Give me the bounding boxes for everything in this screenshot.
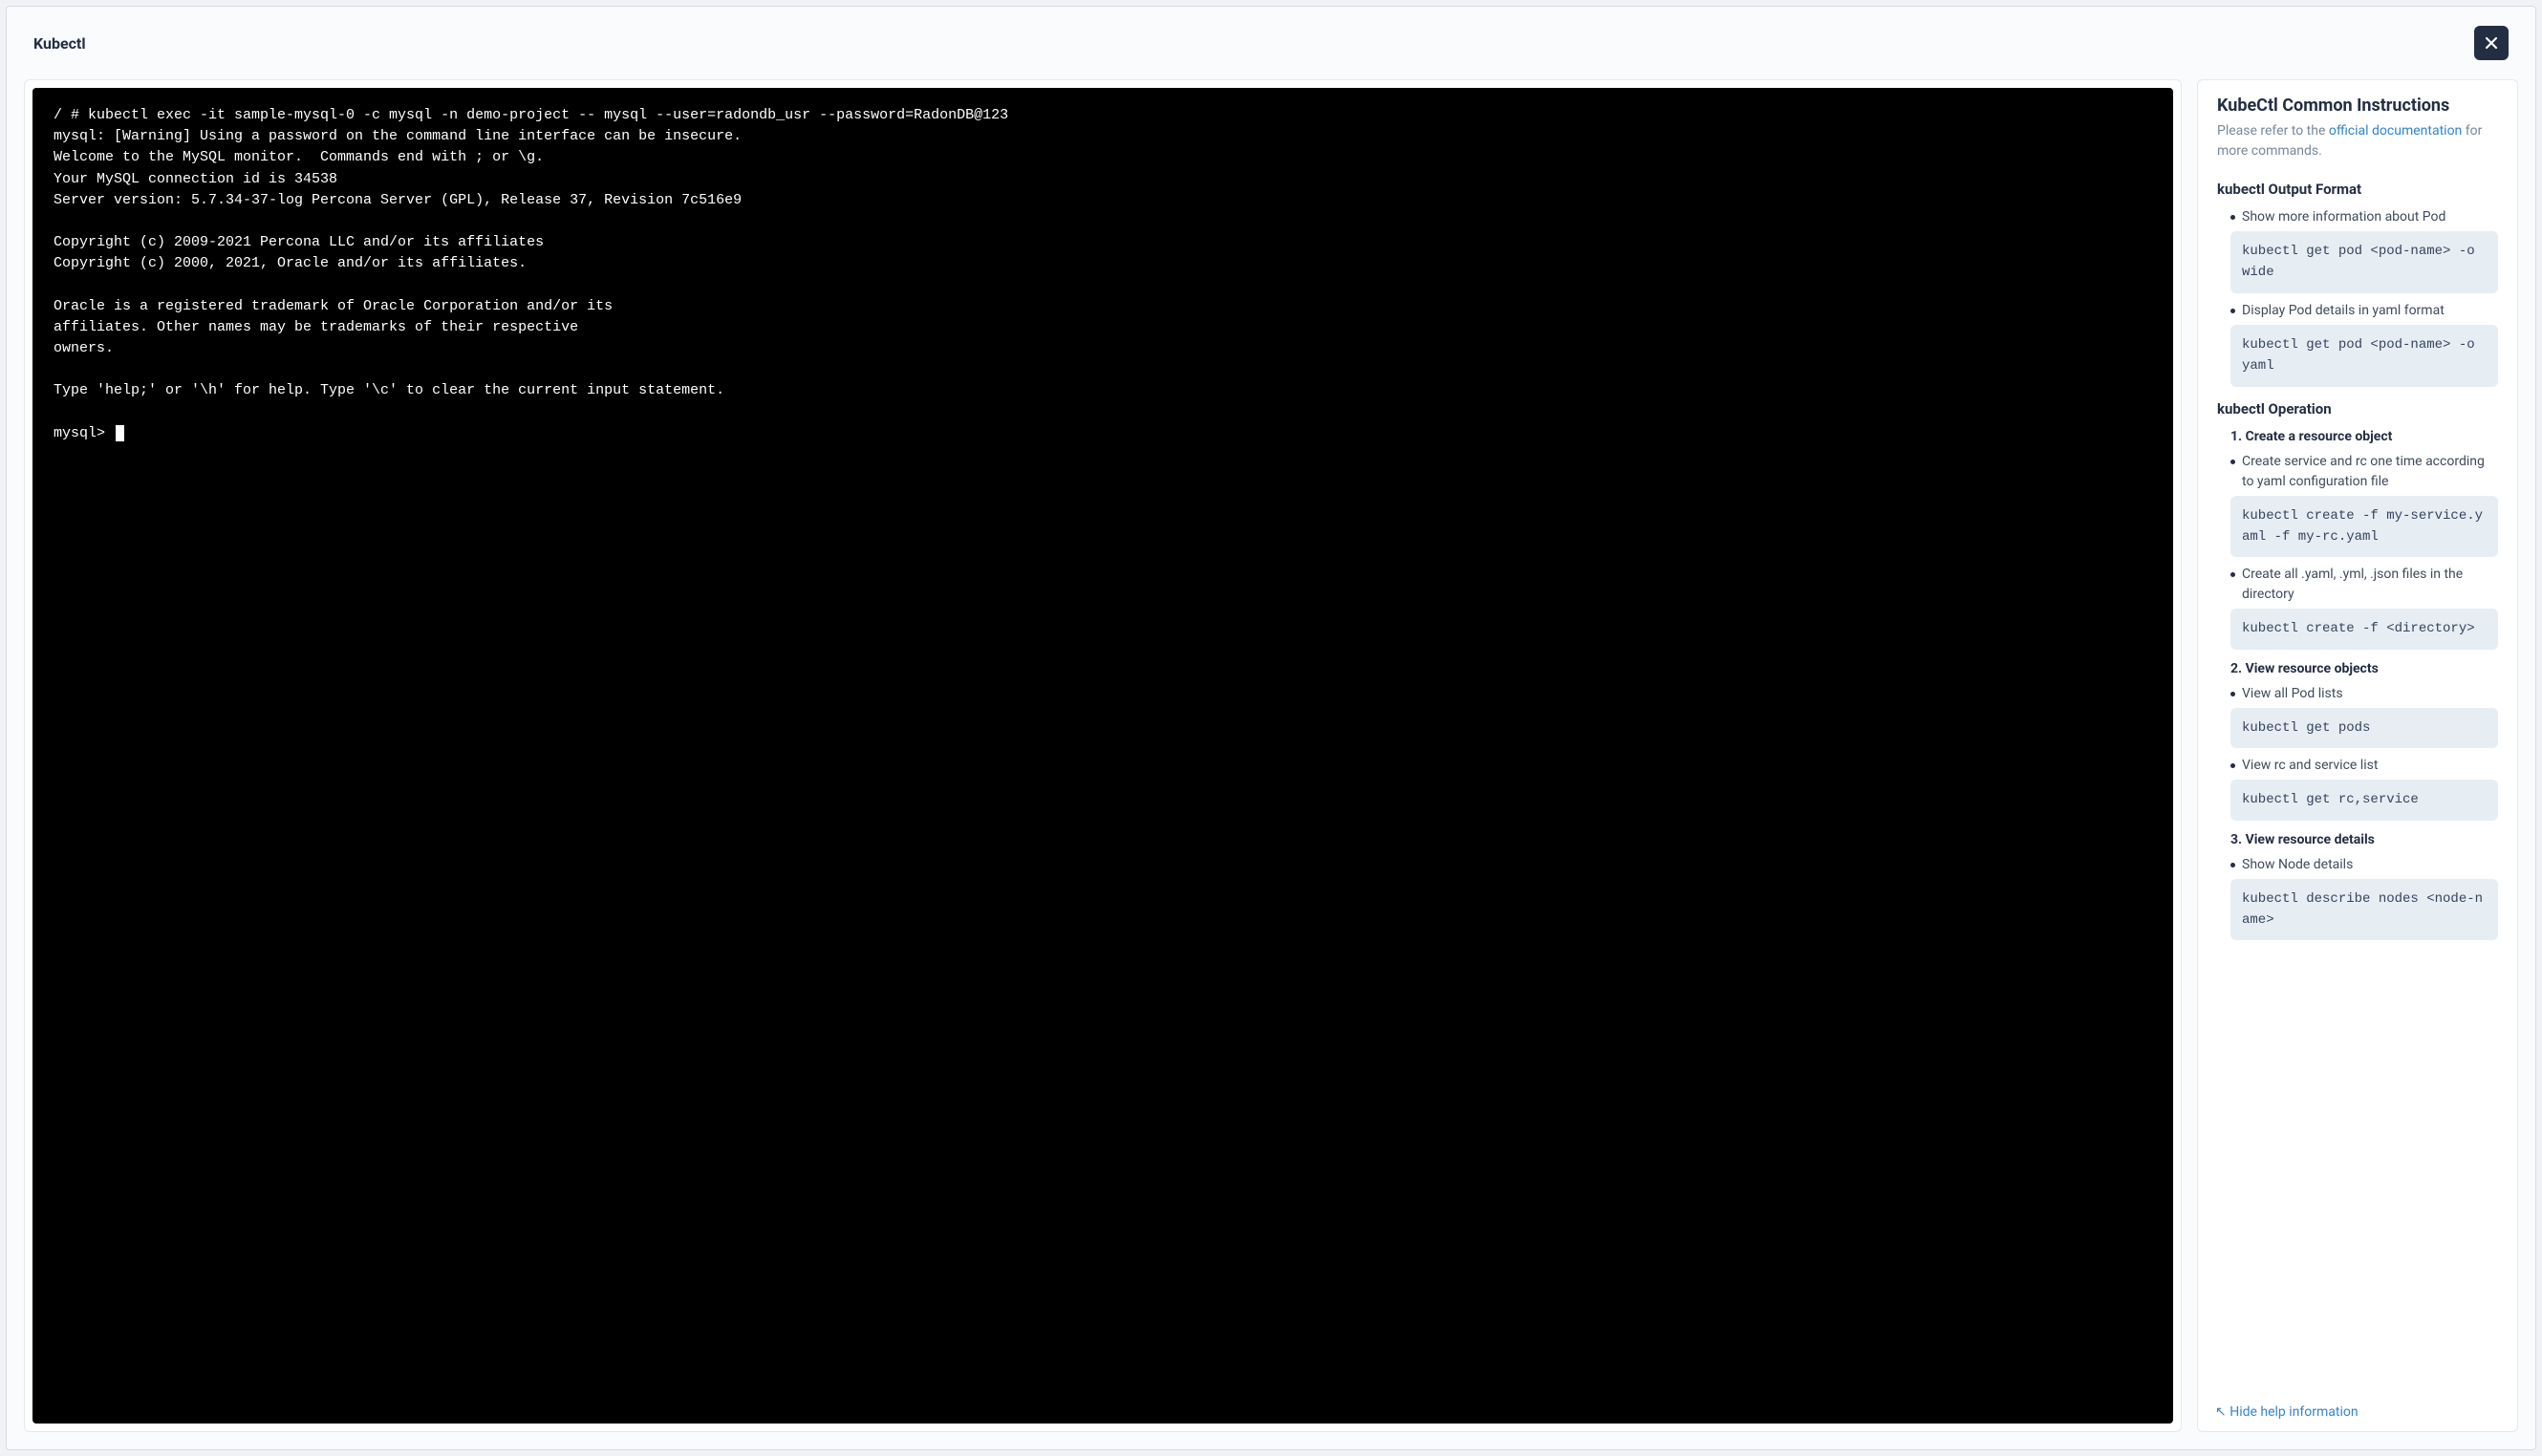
- help-item: View all Pod lists kubectl get pods: [2230, 684, 2498, 748]
- help-scroll[interactable]: KubeCtl Common Instructions Please refer…: [2198, 80, 2517, 1431]
- terminal-panel: / # kubectl exec -it sample-mysql-0 -c m…: [24, 79, 2182, 1432]
- subsection-heading-view-details: 3. View resource details: [2230, 832, 2498, 847]
- help-item: Create service and rc one time according…: [2230, 452, 2498, 558]
- help-item-desc: View rc and service list: [2230, 756, 2498, 776]
- close-button[interactable]: [2474, 26, 2509, 60]
- modal-header: Kubectl: [7, 7, 2535, 79]
- code-block[interactable]: kubectl get pod <pod-name> -o wide: [2230, 231, 2498, 293]
- help-item-desc: Show Node details: [2230, 855, 2498, 875]
- help-item: View rc and service list kubectl get rc,…: [2230, 756, 2498, 820]
- modal-body: / # kubectl exec -it sample-mysql-0 -c m…: [7, 79, 2535, 1449]
- kubectl-modal: Kubectl / # kubectl exec -it sample-mysq…: [6, 6, 2536, 1450]
- help-list-view-details: Show Node details kubectl describe nodes…: [2217, 855, 2498, 941]
- code-block[interactable]: kubectl get pods: [2230, 708, 2498, 748]
- terminal-output: / # kubectl exec -it sample-mysql-0 -c m…: [54, 107, 1008, 441]
- subsection-heading-create: 1. Create a resource object: [2230, 429, 2498, 444]
- help-list-create: Create service and rc one time according…: [2217, 452, 2498, 650]
- hide-help-link[interactable]: ↖ Hide help information: [2215, 1401, 2359, 1424]
- terminal-cursor: [116, 425, 124, 441]
- help-subtitle: Please refer to the official documentati…: [2217, 121, 2498, 161]
- help-title: KubeCtl Common Instructions: [2217, 96, 2498, 116]
- help-item: Display Pod details in yaml format kubec…: [2230, 301, 2498, 387]
- code-block[interactable]: kubectl describe nodes <node-name>: [2230, 879, 2498, 941]
- help-subtitle-prefix: Please refer to the: [2217, 123, 2329, 139]
- section-heading-output-format: kubectl Output Format: [2217, 181, 2498, 198]
- code-block[interactable]: kubectl create -f my-service.yaml -f my-…: [2230, 496, 2498, 558]
- help-list-output-format: Show more information about Pod kubectl …: [2217, 207, 2498, 387]
- help-item-desc: View all Pod lists: [2230, 684, 2498, 704]
- close-icon: [2482, 33, 2501, 53]
- help-panel: KubeCtl Common Instructions Please refer…: [2197, 79, 2518, 1432]
- help-item-desc: Create service and rc one time according…: [2230, 452, 2498, 492]
- code-block[interactable]: kubectl create -f <directory>: [2230, 609, 2498, 649]
- section-heading-operation: kubectl Operation: [2217, 400, 2498, 418]
- help-item: Show Node details kubectl describe nodes…: [2230, 855, 2498, 941]
- modal-title: Kubectl: [33, 34, 86, 53]
- code-block[interactable]: kubectl get rc,service: [2230, 780, 2498, 820]
- code-block[interactable]: kubectl get pod <pod-name> -o yaml: [2230, 325, 2498, 387]
- subsection-heading-view-objects: 2. View resource objects: [2230, 661, 2498, 676]
- help-item-desc: Create all .yaml, .yml, .json files in t…: [2230, 565, 2498, 605]
- help-item-desc: Show more information about Pod: [2230, 207, 2498, 227]
- help-item-desc: Display Pod details in yaml format: [2230, 301, 2498, 321]
- help-item: Show more information about Pod kubectl …: [2230, 207, 2498, 293]
- official-documentation-link[interactable]: official documentation: [2329, 123, 2462, 139]
- terminal[interactable]: / # kubectl exec -it sample-mysql-0 -c m…: [32, 88, 2173, 1424]
- help-item: Create all .yaml, .yml, .json files in t…: [2230, 565, 2498, 649]
- help-list-view-objects: View all Pod lists kubectl get pods View…: [2217, 684, 2498, 821]
